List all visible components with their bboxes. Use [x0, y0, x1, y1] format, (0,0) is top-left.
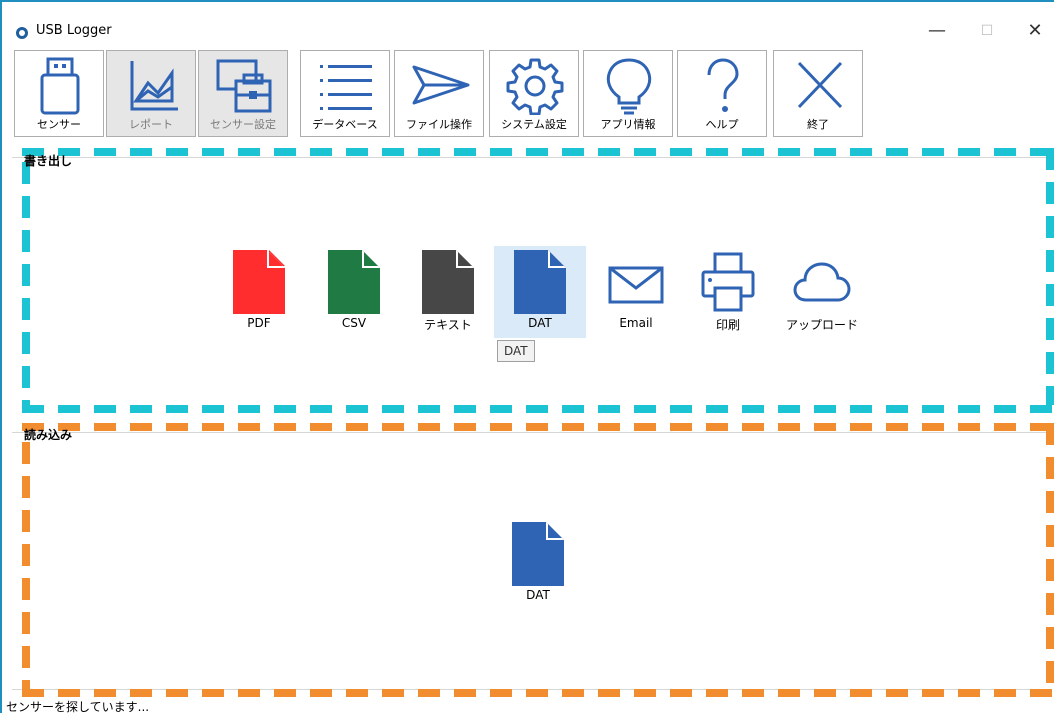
printer-icon: [701, 252, 755, 312]
gear-icon: [506, 58, 564, 115]
import-highlight-top: [22, 423, 1054, 431]
export-label: Email: [619, 316, 653, 330]
toolbar-button-system-settings[interactable]: システム設定: [489, 50, 579, 137]
export-highlight-right: [1046, 148, 1054, 405]
export-pdf-button[interactable]: PDF: [213, 246, 305, 338]
export-label: 印刷: [715, 318, 740, 332]
maximize-button[interactable]: ☐: [964, 16, 1010, 46]
export-text-button[interactable]: テキスト: [402, 246, 494, 338]
title-bar: USB Logger — ☐ ✕: [2, 2, 1054, 46]
export-dat-button[interactable]: DAT: [494, 246, 586, 338]
dat-file-icon: [514, 250, 566, 314]
toolbar-label: センサー: [37, 118, 81, 131]
divider: [12, 157, 1052, 158]
toolbar-label: ファイル操作: [406, 118, 472, 131]
toolbar-button-report[interactable]: レポート: [106, 50, 196, 137]
close-icon: [797, 61, 843, 109]
text-file-icon: [422, 250, 474, 314]
usb-drive-icon: [40, 57, 80, 115]
export-label: CSV: [341, 316, 367, 330]
toolbar-button-file-operations[interactable]: ファイル操作: [394, 50, 484, 137]
toolbar-label: システム設定: [501, 118, 567, 131]
window-title: USB Logger: [36, 23, 112, 38]
chart-icon: [130, 61, 178, 111]
toolbar-label: アプリ情報: [600, 118, 656, 131]
export-label: DAT: [528, 316, 552, 330]
list-icon: [320, 65, 372, 110]
close-button[interactable]: ✕: [1012, 16, 1054, 46]
export-csv-button[interactable]: CSV: [308, 246, 400, 338]
export-highlight-left: [22, 162, 30, 405]
export-label: テキスト: [424, 318, 472, 332]
toolbar-label: センサー設定: [210, 118, 276, 131]
toolbar-button-sensor[interactable]: センサー: [14, 50, 104, 137]
export-email-button[interactable]: Email: [590, 246, 682, 338]
toolbar-button-database[interactable]: データベース: [300, 50, 390, 137]
pdf-file-icon: [233, 250, 285, 314]
export-print-button[interactable]: 印刷: [682, 246, 774, 338]
export-highlight-bottom: [22, 405, 1054, 413]
import-highlight-right: [1046, 423, 1054, 689]
csv-file-icon: [328, 250, 380, 314]
toolbar-button-exit[interactable]: 終了: [773, 50, 863, 137]
minimize-button[interactable]: —: [914, 16, 960, 46]
send-icon: [412, 65, 470, 105]
lightbulb-icon: [606, 58, 652, 115]
import-highlight-left: [22, 442, 30, 689]
email-icon: [608, 266, 664, 304]
cloud-icon: [793, 262, 851, 302]
toolbar-label: 終了: [807, 118, 829, 131]
import-dat-button[interactable]: DAT: [492, 518, 584, 610]
export-label: PDF: [247, 316, 271, 330]
export-upload-button[interactable]: アップロード: [776, 246, 868, 338]
toolbar-label: ヘルプ: [705, 118, 739, 131]
app-logo-icon: [16, 27, 28, 39]
toolbar-button-app-info[interactable]: アプリ情報: [583, 50, 673, 137]
divider: [12, 432, 1052, 433]
import-label: DAT: [526, 588, 550, 602]
tooltip: DAT: [497, 340, 535, 362]
dat-file-icon: [512, 522, 564, 586]
app-window: USB Logger — ☐ ✕ センサー レポート センサー設定 データベース…: [0, 0, 1054, 714]
status-text: センサーを探しています...: [6, 700, 150, 714]
toolbar-label: レポート: [129, 118, 173, 131]
toolbar-button-sensor-settings[interactable]: センサー設定: [198, 50, 288, 137]
export-section-title: 書き出し: [24, 154, 73, 168]
export-highlight-top: [22, 148, 1054, 156]
toolbar-label: データベース: [312, 118, 378, 131]
toolbar-button-help[interactable]: ヘルプ: [677, 50, 767, 137]
import-highlight-bottom: [22, 689, 1054, 697]
sensor-settings-icon: [216, 59, 272, 113]
export-label: アップロード: [785, 318, 858, 332]
question-icon: [707, 58, 739, 112]
import-section-title: 読み込み: [24, 428, 73, 442]
